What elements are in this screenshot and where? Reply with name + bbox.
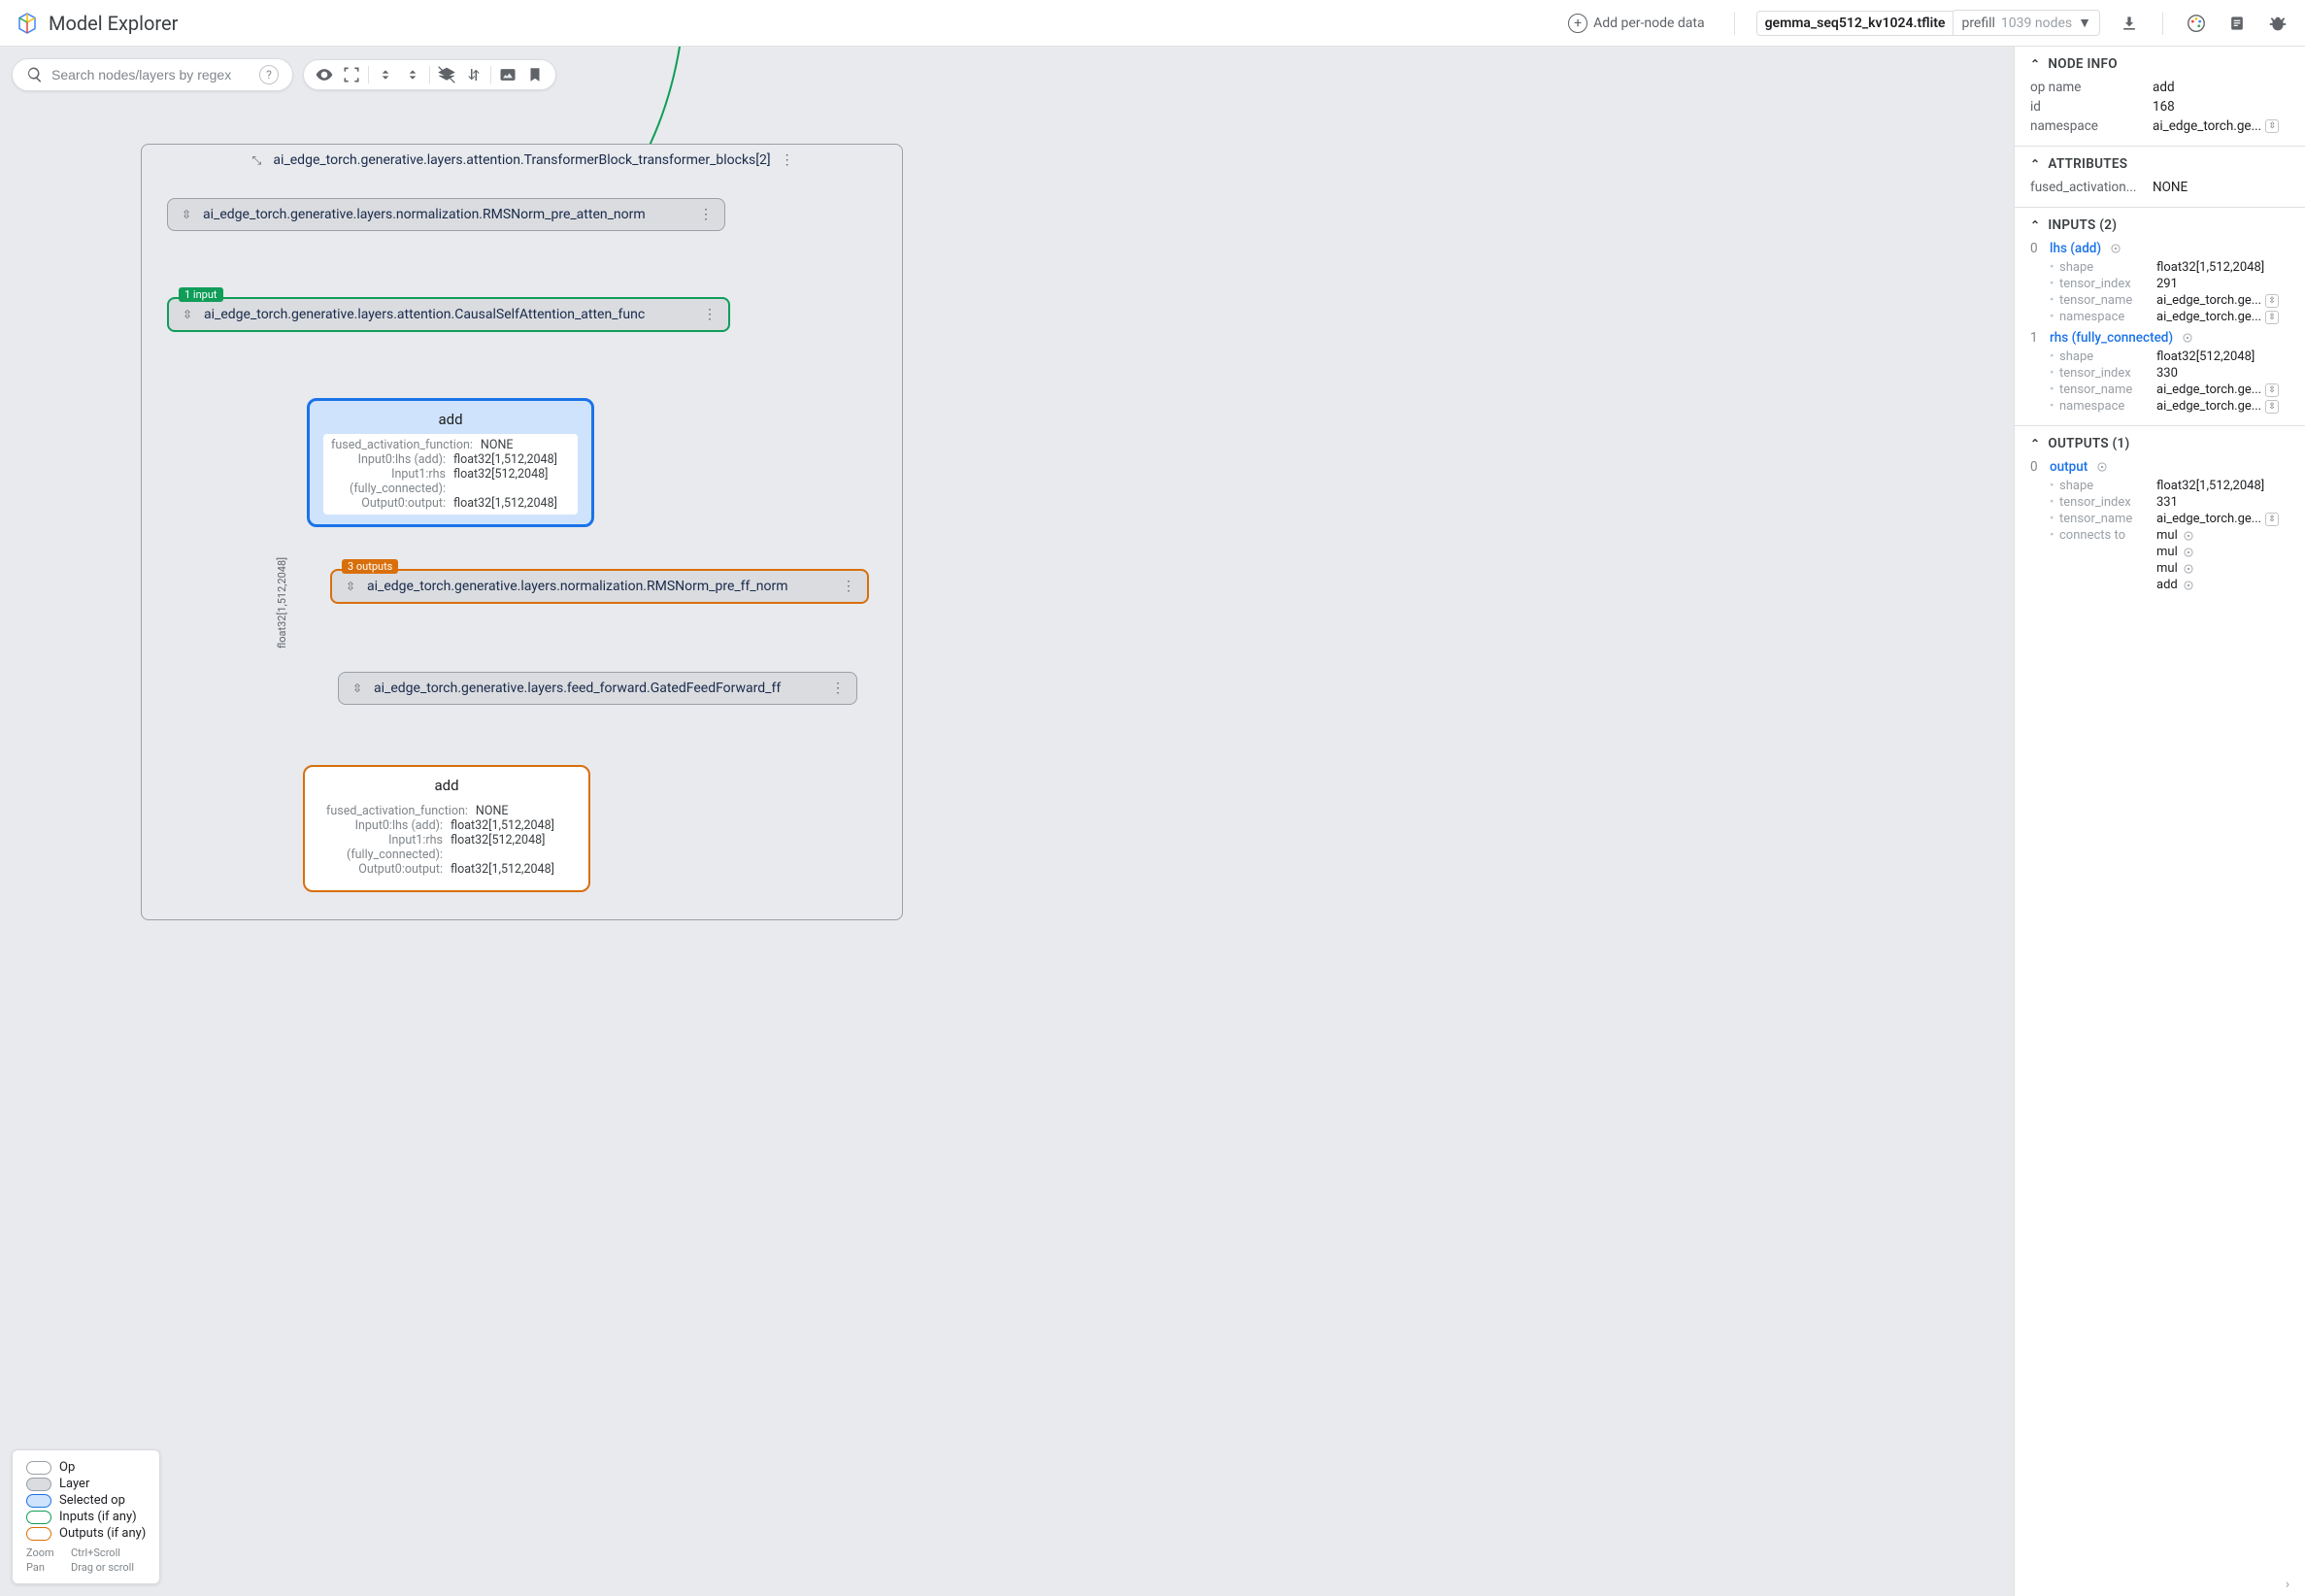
section-inputs: ⌃INPUTS (2) 0lhs (add)shapefloat32[1,512… — [2015, 208, 2305, 426]
add-data-label: Add per-node data — [1593, 16, 1705, 31]
locate-icon[interactable] — [2095, 460, 2109, 474]
op-attrs-table: fused_activation_function:NONEInput0:lhs… — [318, 800, 575, 881]
section-header-inputs[interactable]: ⌃INPUTS (2) — [2030, 217, 2289, 233]
legend-pan-label: Pan — [26, 1561, 61, 1574]
expand-value-button[interactable]: ⇳ — [2265, 311, 2279, 324]
locate-icon[interactable] — [2109, 242, 2122, 255]
add-per-node-data-button[interactable]: + Add per-node data — [1560, 10, 1713, 37]
op-title: add — [318, 777, 575, 794]
download-icon[interactable] — [2118, 12, 2141, 35]
locate-icon[interactable] — [2182, 529, 2195, 543]
submodel-selector[interactable]: prefill 1039 nodes ▼ — [1954, 10, 2100, 36]
locate-icon[interactable] — [2182, 579, 2195, 592]
locate-icon[interactable] — [2182, 562, 2195, 576]
visibility-icon[interactable] — [314, 64, 335, 85]
legend-inputs: Inputs (if any) — [59, 1510, 137, 1524]
op-title: add — [323, 411, 578, 428]
layer-label: ai_edge_torch.generative.layers.feed_for… — [374, 681, 781, 696]
notes-icon[interactable] — [2225, 12, 2249, 35]
locate-icon[interactable] — [2181, 331, 2194, 345]
legend-outputs: Outputs (if any) — [59, 1526, 146, 1541]
submodel-label: prefill — [1961, 16, 1994, 31]
image-icon[interactable] — [497, 64, 518, 85]
section-outputs: ⌃OUTPUTS (1) 0outputshapefloat32[1,512,2… — [2015, 426, 2305, 604]
more-icon[interactable]: ⋮ — [831, 681, 845, 696]
section-header-outputs[interactable]: ⌃OUTPUTS (1) — [2030, 436, 2289, 451]
op-add-output[interactable]: add fused_activation_function:NONEInput0… — [303, 765, 590, 892]
dropdown-icon: ▼ — [2078, 15, 2091, 31]
logo-icon — [16, 12, 39, 35]
side-panel: ⌃NODE INFO op nameaddid168namespaceai_ed… — [2014, 47, 2305, 1596]
fit-screen-icon[interactable] — [341, 64, 362, 85]
input-link[interactable]: lhs (add) — [2050, 241, 2101, 256]
legend-zoom-label: Zoom — [26, 1546, 61, 1559]
expand-value-button[interactable]: ⇳ — [2265, 294, 2279, 308]
output-link[interactable]: output — [2050, 459, 2088, 475]
locate-icon[interactable] — [2182, 546, 2195, 559]
layer-causal-self-attention[interactable]: 1 input ⇳ ai_edge_torch.generative.layer… — [167, 297, 730, 332]
legend-pan-hint: Drag or scroll — [71, 1561, 146, 1574]
app-logo: Model Explorer — [16, 12, 178, 35]
legend: Op Layer Selected op Inputs (if any) Out… — [12, 1449, 160, 1584]
search-icon — [26, 66, 44, 83]
palette-icon[interactable] — [2185, 12, 2208, 35]
node-count-label: 1039 nodes — [2001, 16, 2072, 31]
section-attributes: ⌃ATTRIBUTES fused_activation...NONE — [2015, 147, 2305, 208]
layer-gated-feedforward[interactable]: ⇳ ai_edge_torch.generative.layers.feed_f… — [338, 672, 857, 705]
layers-off-icon[interactable] — [436, 64, 457, 85]
more-icon[interactable]: ⋮ — [842, 579, 855, 594]
expand-icon[interactable]: ⇳ — [344, 580, 357, 593]
search-input[interactable] — [51, 67, 251, 83]
legend-layer: Layer — [59, 1477, 89, 1491]
input-link[interactable]: rhs (fully_connected) — [2050, 330, 2173, 346]
op-attrs-table: fused_activation_function:NONEInput0:lhs… — [323, 434, 578, 515]
more-icon[interactable]: ⋮ — [703, 307, 717, 322]
expand-icon[interactable]: ⇳ — [181, 308, 194, 321]
bookmark-icon[interactable] — [524, 64, 546, 85]
legend-zoom-hint: Ctrl+Scroll — [71, 1546, 146, 1559]
app-header: Model Explorer + Add per-node data gemma… — [0, 0, 2305, 47]
bug-icon[interactable] — [2266, 12, 2289, 35]
legend-op: Op — [59, 1460, 75, 1475]
section-node-info: ⌃NODE INFO op nameaddid168namespaceai_ed… — [2015, 47, 2305, 147]
section-header-node-info[interactable]: ⌃NODE INFO — [2030, 56, 2289, 72]
expand-value-button[interactable]: ⇳ — [2265, 400, 2279, 414]
more-icon[interactable]: ⋮ — [781, 152, 794, 168]
more-icon[interactable]: ⋮ — [699, 207, 713, 222]
scroll-right-icon[interactable]: › — [2286, 1577, 2301, 1592]
expand-value-button[interactable]: ⇳ — [2265, 119, 2279, 133]
help-icon[interactable]: ? — [259, 65, 279, 84]
expand-value-button[interactable]: ⇳ — [2265, 513, 2279, 526]
expand-all-icon[interactable] — [375, 64, 396, 85]
edge-label: float32[1,512,2048] — [276, 557, 288, 648]
layer-label: ai_edge_torch.generative.layers.normaliz… — [203, 207, 646, 222]
expand-icon[interactable]: ⇳ — [180, 208, 193, 221]
badge-inputs: 1 input — [179, 287, 223, 302]
layer-rmsnorm-pre-atten[interactable]: ⇳ ai_edge_torch.generative.layers.normal… — [167, 198, 725, 231]
container-title: ai_edge_torch.generative.layers.attentio… — [273, 152, 770, 168]
layer-label: ai_edge_torch.generative.layers.normaliz… — [367, 579, 787, 594]
collapse-all-icon[interactable] — [402, 64, 423, 85]
canvas[interactable]: ? — [0, 47, 2014, 1596]
expand-value-button[interactable]: ⇳ — [2265, 383, 2279, 397]
collapse-icon[interactable]: ⤡ — [250, 153, 263, 167]
sort-icon[interactable] — [463, 64, 484, 85]
app-title: Model Explorer — [49, 12, 178, 35]
layer-rmsnorm-pre-ff[interactable]: 3 outputs ⇳ ai_edge_torch.generative.lay… — [330, 569, 869, 604]
legend-selected: Selected op — [59, 1493, 125, 1508]
op-add-selected[interactable]: add fused_activation_function:NONEInput0… — [307, 398, 594, 527]
layer-label: ai_edge_torch.generative.layers.attentio… — [204, 307, 645, 322]
badge-outputs: 3 outputs — [342, 559, 398, 574]
expand-icon[interactable]: ⇳ — [351, 682, 364, 695]
plus-circle-icon: + — [1568, 14, 1587, 33]
section-header-attributes[interactable]: ⌃ATTRIBUTES — [2030, 156, 2289, 172]
search-box[interactable]: ? — [12, 58, 293, 91]
model-name-selector[interactable]: gemma_seq512_kv1024.tflite — [1756, 11, 1954, 36]
